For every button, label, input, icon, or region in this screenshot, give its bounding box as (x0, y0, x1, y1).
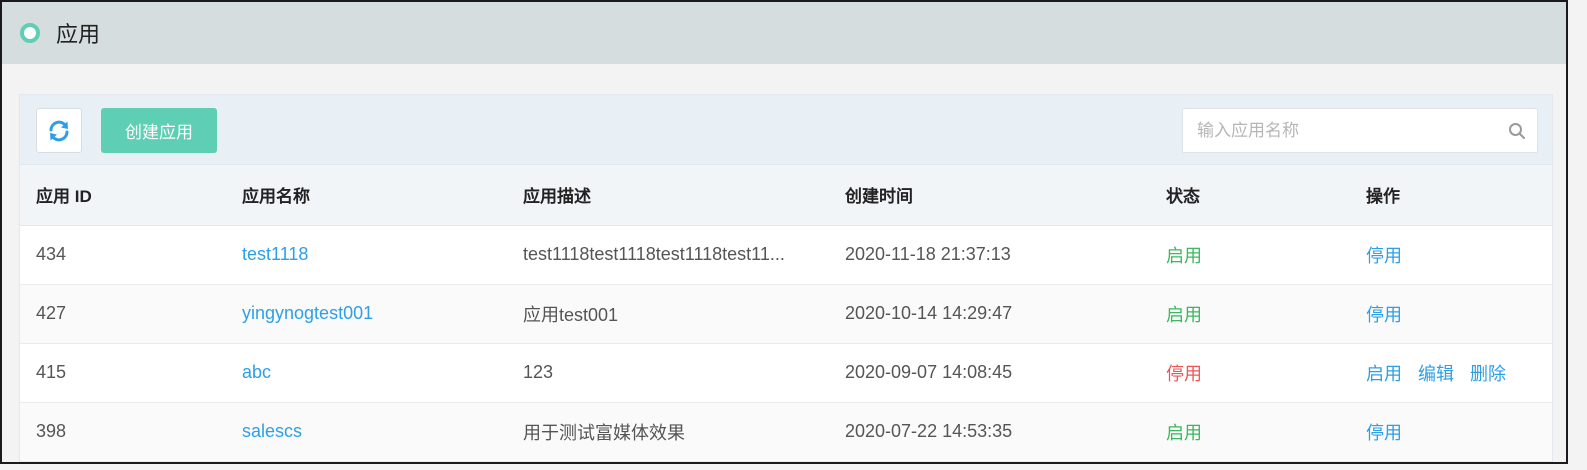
app-name-link[interactable]: abc (242, 362, 271, 382)
table-row: 434 test1118 test1118test1118test1118test1… (20, 225, 1552, 285)
row-actions: 停用 (1350, 402, 1552, 462)
app-name-link[interactable]: salescs (242, 421, 302, 441)
cell-app-id-cell: 398 (20, 402, 226, 462)
cell-app-id: 398 (36, 421, 67, 441)
cell-created-time: 2020-09-07 14:08:45 (845, 362, 1013, 382)
circle-icon (20, 23, 40, 43)
cell-app-description-cell: test1118test1118test1118test11... (507, 225, 829, 285)
app-name-link-cell: yingynogtest001 (226, 284, 507, 344)
cell-app-id-cell: 427 (20, 284, 226, 344)
disable-action-link[interactable]: 停用 (1366, 246, 1402, 266)
table-row: 415 abc 123 2020-09-07 14:08:45 停用 启用 编辑 删除 (20, 343, 1552, 403)
cell-app-description-cell: 应用test001 (507, 284, 829, 344)
status-label-cell: 启用 (1150, 225, 1350, 285)
column-header-status: 状态 (1150, 165, 1350, 226)
edit-action-link[interactable]: 编辑 (1418, 364, 1454, 384)
toolbar: 创建应用 (20, 95, 1552, 165)
page-header: 应用 (2, 2, 1566, 64)
search-icon[interactable] (1497, 122, 1537, 140)
status-label-cell: 停用 (1150, 343, 1350, 403)
app-name-link[interactable]: yingynogtest001 (242, 303, 373, 323)
row-actions: 启用 编辑 删除 (1350, 343, 1552, 403)
delete-action-link[interactable]: 删除 (1470, 364, 1506, 384)
cell-app-id: 415 (36, 362, 67, 382)
cell-app-description: 123 (523, 362, 554, 382)
enable-action-link[interactable]: 启用 (1366, 364, 1402, 384)
search-input[interactable] (1183, 109, 1497, 152)
column-header-actions: 操作 (1350, 165, 1552, 226)
app-name-link-cell: test1118 (226, 225, 507, 285)
column-header-id: 应用 ID (20, 165, 226, 226)
refresh-icon (49, 120, 69, 141)
row-actions: 停用 (1350, 225, 1552, 285)
refresh-button[interactable] (36, 108, 82, 153)
table-row: 427 yingynogtest001 应用test001 2020-10-14 14… (20, 284, 1552, 344)
cell-app-description: 用于测试富媒体效果 (523, 422, 685, 443)
table-row: 398 salescs 用于测试富媒体效果 2020-07-22 14:53:35 启用… (20, 402, 1552, 462)
app-name-link-cell: abc (226, 343, 507, 403)
status-label-cell: 启用 (1150, 402, 1350, 462)
cell-app-id-cell: 434 (20, 225, 226, 285)
disable-action-link[interactable]: 停用 (1366, 423, 1402, 443)
status-label: 启用 (1166, 245, 1202, 266)
column-header-description: 应用描述 (507, 165, 829, 226)
cell-created-time-cell: 2020-11-18 21:37:13 (829, 225, 1150, 285)
cell-app-id-cell: 415 (20, 343, 226, 403)
table-header-row: 应用 ID 应用名称 应用描述 创建时间 状态 操作 (20, 165, 1552, 226)
cell-app-description-cell: 用于测试富媒体效果 (507, 402, 829, 462)
cell-app-description-cell: 123 (507, 343, 829, 403)
cell-created-time-cell: 2020-10-14 14:29:47 (829, 284, 1150, 344)
disable-action-link[interactable]: 停用 (1366, 305, 1402, 325)
cell-app-description: test1118test1118test1118test11... (523, 244, 785, 264)
search-box (1182, 108, 1538, 153)
cell-app-description: 应用test001 (523, 304, 619, 325)
cell-app-id: 434 (36, 244, 67, 264)
cell-created-time: 2020-11-18 21:37:13 (845, 244, 1011, 264)
status-label-cell: 启用 (1150, 284, 1350, 344)
status-label: 启用 (1166, 422, 1202, 443)
row-actions: 停用 (1350, 284, 1552, 344)
cell-created-time: 2020-10-14 14:29:47 (845, 303, 1013, 323)
cell-app-id: 427 (36, 303, 67, 323)
cell-created-time: 2020-07-22 14:53:35 (845, 421, 1013, 441)
cell-created-time-cell: 2020-07-22 14:53:35 (829, 402, 1150, 462)
app-name-link-cell: salescs (226, 402, 507, 462)
create-app-button[interactable]: 创建应用 (101, 108, 217, 153)
app-window: 应用 创建应用 输入应用名称 应用 ID 应用名称 应用描述 创建时间 状态 操… (0, 0, 1568, 464)
column-header-name: 应用名称 (226, 165, 507, 226)
page-title: 应用 (56, 22, 101, 47)
status-label: 启用 (1166, 304, 1202, 325)
cell-created-time-cell: 2020-09-07 14:08:45 (829, 343, 1150, 403)
status-label: 停用 (1166, 363, 1202, 384)
app-name-link[interactable]: test1118 (242, 244, 308, 264)
column-header-created-time: 创建时间 (829, 165, 1150, 226)
apps-table: 应用 ID 应用名称 应用描述 创建时间 状态 操作 434 test1118 te… (20, 165, 1552, 462)
apps-panel: 创建应用 应用 ID 应用名称 应用描述 (19, 94, 1553, 462)
